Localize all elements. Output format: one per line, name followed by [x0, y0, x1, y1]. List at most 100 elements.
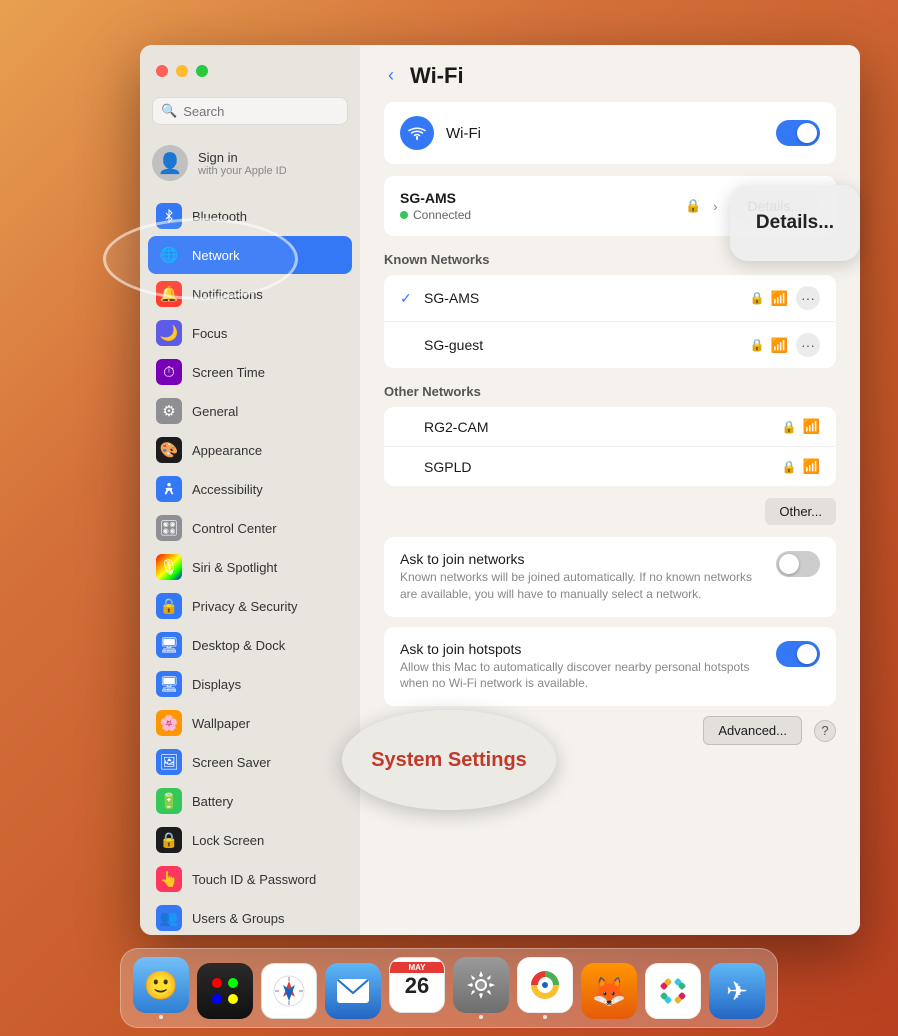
appearance-label: Appearance	[192, 443, 262, 458]
mail-icon	[325, 963, 381, 1019]
privacy-label: Privacy & Security	[192, 599, 297, 614]
ask-join-networks-toggle[interactable]	[776, 551, 820, 577]
network-name-rg2-cam: RG2-CAM	[424, 419, 774, 435]
focus-icon: 🌙	[156, 320, 182, 346]
details-callout-label: Details...	[756, 212, 834, 234]
sidebar-item-displays[interactable]: 🖥 Displays	[148, 665, 352, 703]
sidebar-item-accessibility[interactable]: Accessibility	[148, 470, 352, 508]
wifi-icon-sg-ams: 📶	[771, 290, 788, 307]
screen-time-label: Screen Time	[192, 365, 265, 380]
network-name-sg-ams: SG-AMS	[424, 290, 742, 306]
network-label: Network	[192, 248, 240, 263]
dock-item-safari[interactable]	[261, 963, 317, 1019]
sidebar-item-wallpaper[interactable]: 🌸 Wallpaper	[148, 704, 352, 742]
siri-icon: 🎙	[156, 554, 182, 580]
dock-dot-chrome	[543, 1015, 547, 1019]
calendar-date: 26	[405, 973, 429, 999]
sidebar-item-desktop-dock[interactable]: 🖥 Desktop & Dock	[148, 626, 352, 664]
dock: 🙂	[120, 948, 778, 1028]
other-network-sgpld[interactable]: ✓ SGPLD 🔒 📶	[384, 447, 836, 486]
ask-join-hotspots-toggle[interactable]	[776, 641, 820, 667]
dock-item-firefox[interactable]: 🦊	[581, 963, 637, 1019]
other-button-container: Other...	[384, 498, 836, 525]
dock-item-chrome[interactable]	[517, 957, 573, 1019]
sidebar-item-privacy[interactable]: 🔒 Privacy & Security	[148, 587, 352, 625]
toggle-knob-ajh	[797, 644, 817, 664]
more-button-sg-ams[interactable]: ···	[796, 286, 820, 310]
sidebar-item-touch-id[interactable]: 👆 Touch ID & Password	[148, 860, 352, 898]
more-button-sg-guest[interactable]: ···	[796, 333, 820, 357]
firefox-icon: 🦊	[581, 963, 637, 1019]
touch-id-label: Touch ID & Password	[192, 872, 316, 887]
ask-join-hotspots-title: Ask to join hotspots	[400, 641, 764, 657]
desktop-dock-icon: 🖥	[156, 632, 182, 658]
network-name-sg-guest: SG-guest	[424, 337, 742, 353]
dock-item-mail[interactable]	[325, 963, 381, 1019]
toggle-knob	[797, 123, 817, 143]
wifi-icon-rg2-cam: 📶	[803, 418, 820, 435]
system-settings-icon	[453, 957, 509, 1013]
wallpaper-icon: 🌸	[156, 710, 182, 736]
sidebar-item-users-groups[interactable]: 👥 Users & Groups	[148, 899, 352, 935]
wifi-label: Wi-Fi	[446, 125, 764, 142]
other-network-button[interactable]: Other...	[765, 498, 836, 525]
lock-icon-sg-ams: 🔒	[750, 291, 765, 305]
dock-item-slack[interactable]	[645, 963, 701, 1019]
sidebar-items: Bluetooth 🌐 Network 🔔 Notifications 🌙 Fo…	[140, 197, 360, 935]
wifi-icon-sg-guest: 📶	[771, 337, 788, 354]
known-network-sg-guest[interactable]: ✓ SG-guest 🔒 📶 ···	[384, 322, 836, 368]
network-icon: 🌐	[156, 242, 182, 268]
page-title: Wi-Fi	[410, 63, 464, 89]
wifi-toggle[interactable]	[776, 120, 820, 146]
notifications-label: Notifications	[192, 287, 263, 302]
close-button[interactable]	[156, 65, 168, 77]
sidebar-item-bluetooth[interactable]: Bluetooth	[148, 197, 352, 235]
dock-item-finder[interactable]: 🙂	[133, 957, 189, 1019]
help-button[interactable]: ?	[814, 720, 836, 742]
wallpaper-label: Wallpaper	[192, 716, 250, 731]
system-settings-tooltip: System Settings	[342, 710, 556, 810]
screen-time-icon: ⏱	[156, 359, 182, 385]
battery-icon: 🔋	[156, 788, 182, 814]
sidebar-item-battery[interactable]: 🔋 Battery	[148, 782, 352, 820]
known-network-sg-ams[interactable]: ✓ SG-AMS 🔒 📶 ···	[384, 275, 836, 322]
general-icon: ⚙	[156, 398, 182, 424]
other-networks-list: ✓ RG2-CAM 🔒 📶 ✓ SGPLD 🔒 📶	[384, 407, 836, 486]
sidebar-item-appearance[interactable]: 🎨 Appearance	[148, 431, 352, 469]
wifi-icon-sgpld: 📶	[803, 458, 820, 475]
sidebar-item-focus[interactable]: 🌙 Focus	[148, 314, 352, 352]
ask-join-hotspots-desc: Allow this Mac to automatically discover…	[400, 659, 764, 693]
slack-icon	[645, 963, 701, 1019]
toggle-knob-ajn	[779, 554, 799, 574]
minimize-button[interactable]	[176, 65, 188, 77]
general-label: General	[192, 404, 238, 419]
maximize-button[interactable]	[196, 65, 208, 77]
bluetooth-icon	[156, 203, 182, 229]
privacy-icon: 🔒	[156, 593, 182, 619]
control-center-label: Control Center	[192, 521, 277, 536]
sidebar-item-network[interactable]: 🌐 Network	[148, 236, 352, 274]
finder-icon: 🙂	[133, 957, 189, 1013]
search-input[interactable]	[183, 104, 339, 119]
control-center-icon: 🎛	[156, 515, 182, 541]
status-dot	[400, 211, 408, 219]
other-network-rg2-cam[interactable]: ✓ RG2-CAM 🔒 📶	[384, 407, 836, 447]
sidebar-item-screen-time[interactable]: ⏱ Screen Time	[148, 353, 352, 391]
dock-item-airmail[interactable]: ✈	[709, 963, 765, 1019]
other-networks-header: Other Networks	[384, 384, 836, 399]
dock-item-launchpad[interactable]	[197, 963, 253, 1019]
advanced-button[interactable]: Advanced...	[703, 716, 802, 745]
ask-join-networks-desc: Known networks will be joined automatica…	[400, 569, 764, 603]
sidebar-item-control-center[interactable]: 🎛 Control Center	[148, 509, 352, 547]
sidebar-item-general[interactable]: ⚙ General	[148, 392, 352, 430]
dock-item-calendar[interactable]: MAY 26	[389, 957, 445, 1019]
sidebar-item-notifications[interactable]: 🔔 Notifications	[148, 275, 352, 313]
sidebar-item-lock-screen[interactable]: 🔒 Lock Screen	[148, 821, 352, 859]
search-box[interactable]: 🔍	[152, 97, 348, 125]
sidebar-item-screen-saver[interactable]: 🖼 Screen Saver	[148, 743, 352, 781]
sidebar-user[interactable]: 👤 Sign in with your Apple ID	[140, 137, 360, 189]
back-button[interactable]: ‹	[384, 61, 398, 90]
sidebar-item-siri[interactable]: 🎙 Siri & Spotlight	[148, 548, 352, 586]
safari-icon	[261, 963, 317, 1019]
dock-item-system-settings[interactable]	[453, 957, 509, 1019]
